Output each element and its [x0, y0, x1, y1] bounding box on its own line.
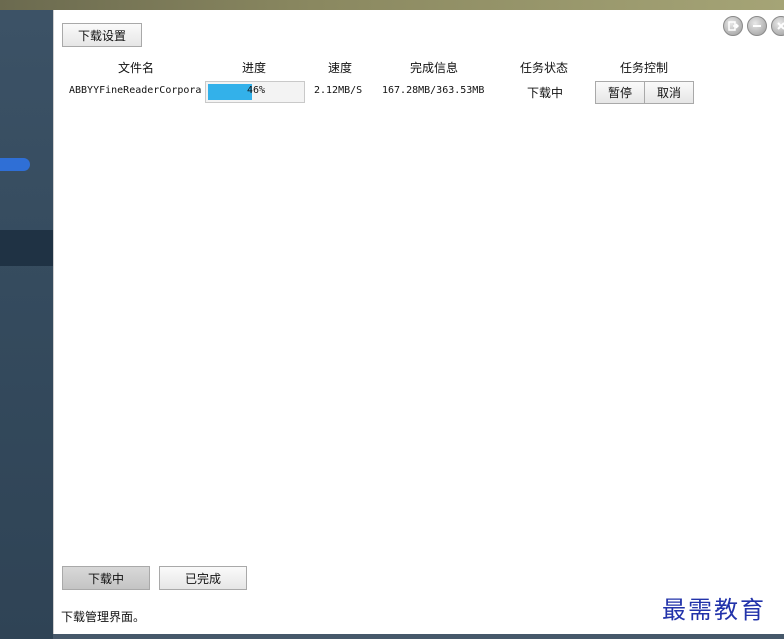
download-settings-button[interactable]: 下载设置: [62, 23, 142, 47]
minimize-icon[interactable]: [747, 16, 767, 36]
row-file-name: ABBYYFineReaderCorpora: [69, 85, 202, 96]
download-manager-dialog: 下载设置 文件名 进度 速度 完成信息 任务状态 任务控制 ABBYYFineR…: [53, 10, 784, 634]
watermark: 最需教育: [662, 596, 766, 624]
close-icon[interactable]: [771, 16, 784, 36]
column-header-file-name: 文件名: [117, 61, 154, 75]
tab-downloading[interactable]: 下载中: [62, 566, 150, 590]
row-status: 下载中: [527, 86, 564, 100]
cancel-button[interactable]: 取消: [644, 81, 694, 104]
background-app-sidebar: [0, 10, 53, 639]
column-header-progress: 进度: [241, 61, 266, 75]
row-progress-bar: 46%: [205, 81, 305, 103]
row-completion-info: 167.28MB/363.53MB: [382, 85, 485, 96]
column-header-completion-info: 完成信息: [409, 61, 458, 75]
tab-completed[interactable]: 已完成: [159, 566, 247, 590]
sidebar-selected-item: [0, 230, 53, 266]
exit-icon[interactable]: [723, 16, 743, 36]
pause-button[interactable]: 暂停: [595, 81, 645, 104]
background-bottom-strip: [53, 634, 784, 639]
row-speed: 2.12MB/S: [314, 85, 363, 96]
sidebar-highlight-item: [0, 158, 30, 171]
column-header-task-status: 任务状态: [519, 61, 568, 75]
column-header-speed: 速度: [327, 61, 352, 75]
progress-label: 46%: [246, 85, 266, 96]
column-header-task-control: 任务控制: [619, 61, 668, 75]
figure-caption: 下载管理界面。: [61, 610, 146, 624]
desktop-backdrop: [0, 0, 784, 10]
